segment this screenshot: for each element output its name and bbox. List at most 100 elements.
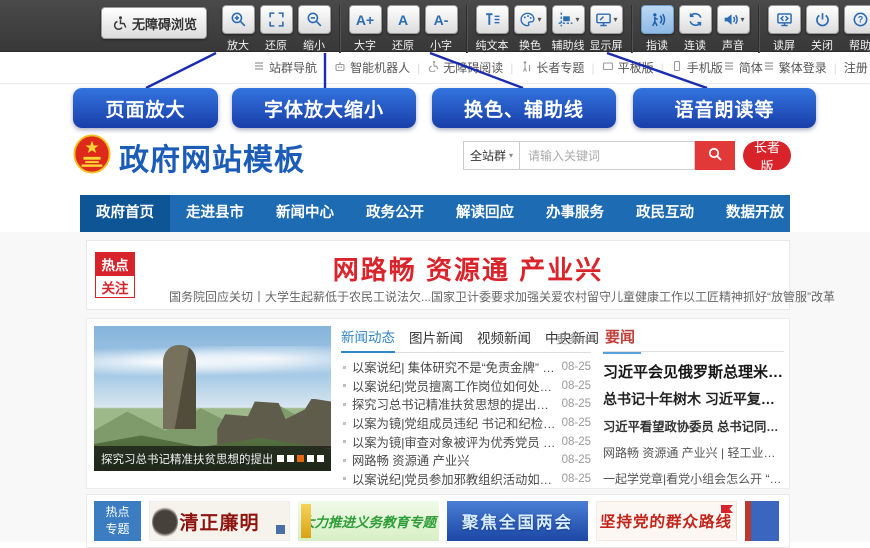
tab-video-news[interactable]: 视频新闻	[477, 327, 531, 352]
font-reset-button[interactable]: A	[387, 5, 420, 34]
news-list-item[interactable]: 探究习总书记精准扶贫思想的提出与理论基础08-25	[341, 395, 591, 414]
headline-sub-links: 国务院回应关切丨大学生起薪低于农民工说法欠... 国家卫计委要求加强关爱农村留守…	[169, 288, 713, 305]
search-input[interactable]	[519, 141, 695, 170]
tab-news-updates[interactable]: 新闻动态	[341, 326, 395, 353]
callout-color-guides: 换色、辅助线	[432, 88, 616, 128]
topic-banner-integrity[interactable]: 清正廉明	[149, 501, 290, 541]
headline-sub-link[interactable]: 国家卫计委要求加强关爱农村留守儿童健康工作	[431, 288, 683, 305]
banner-text: 清正廉明	[179, 508, 259, 535]
subnav-traditional[interactable]: 繁体	[763, 59, 803, 76]
font-smaller-button[interactable]: A-	[425, 5, 458, 34]
toolbar-button-label: 辅助线	[552, 37, 585, 53]
headline-link[interactable]: 网路畅 资源通 产业兴	[147, 250, 789, 287]
nav-item-open-data[interactable]: 数据开放	[710, 195, 800, 232]
color-scheme-button[interactable]: ▾	[514, 5, 547, 34]
continuous-read-button[interactable]	[679, 5, 712, 34]
monitor-icon	[595, 11, 612, 28]
nav-item-home[interactable]: 政府首页	[80, 195, 170, 232]
search-scope-select[interactable]: 全站群 ▾	[463, 141, 519, 170]
carousel-caption-bar: 探究习总书记精准扶贫思想的提出与理论基础	[94, 446, 331, 471]
news-tabs: 新闻动态 图片新闻 视频新闻 中央新闻 更多>>	[341, 326, 591, 353]
list-icon	[763, 60, 775, 75]
highlights-title[interactable]: 要闻	[603, 326, 641, 354]
list-icon	[253, 60, 265, 75]
subnav-site-group[interactable]: 站群导航	[253, 59, 317, 76]
subnav-simplified[interactable]: 简体	[723, 59, 763, 76]
nav-item-interaction[interactable]: 政民互动	[620, 195, 710, 232]
screen-reader-button[interactable]	[768, 5, 801, 34]
zoom-in-button[interactable]	[222, 5, 255, 34]
font-plus-icon: A+	[356, 13, 374, 27]
news-list-item[interactable]: 以案说纪| 集体研究不是“免责金牌” 违规发放津补贴被...08-25	[341, 358, 591, 377]
news-title: 以案说纪|党员擅离工作岗位如何处分?	[352, 377, 556, 395]
point-read-button[interactable]	[641, 5, 674, 34]
topic-banner-partial[interactable]	[745, 501, 779, 541]
topic-banner-education[interactable]: 大力推进义务教育专题	[298, 501, 439, 541]
close-toolbar-button[interactable]	[806, 5, 839, 34]
nav-item-gov-affairs[interactable]: 政务公开	[350, 195, 440, 232]
elder-version-button[interactable]: 长者版	[743, 141, 791, 170]
carousel-caption: 探究习总书记精准扶贫思想的提出与理论基础	[101, 451, 272, 467]
text-only-button[interactable]	[476, 5, 509, 34]
news-list-item[interactable]: 以案说纪|党员参加邪教组织活动如何处分?08-25	[341, 470, 591, 489]
nav-item-news-center[interactable]: 新闻中心	[260, 195, 350, 232]
register-link[interactable]: 注册	[844, 59, 868, 76]
hot-focus-badge: 热点 关注	[95, 252, 135, 298]
font-larger-button[interactable]: A+	[349, 5, 382, 34]
highlight-item[interactable]: 一起学党章|看党小组会怎么开 “共产主义渺茫论	[603, 470, 784, 487]
highlight-item[interactable]: 习近平看望政协委员 总书记同劳动人民在一起	[603, 417, 784, 435]
tab-photo-news[interactable]: 图片新闻	[409, 327, 463, 352]
bullet-icon	[343, 440, 346, 443]
search-button[interactable]	[695, 141, 735, 170]
login-link[interactable]: 登录	[803, 59, 827, 76]
subnav-accessible-reading[interactable]: 无障碍阅读	[427, 59, 503, 76]
news-list-item[interactable]: 以案为镜|党组成员违纪 书记和纪检组长被问责08-25	[341, 414, 591, 433]
carousel-dot[interactable]	[287, 455, 294, 462]
badge-focus: 关注	[95, 275, 135, 298]
carousel-dot[interactable]	[307, 455, 314, 462]
subnav-robot[interactable]: 智能机器人	[334, 59, 410, 76]
subnav-elder-special[interactable]: 长者专题	[520, 59, 584, 76]
carousel-dot[interactable]	[317, 455, 324, 462]
news-date: 08-25	[562, 454, 591, 466]
more-link[interactable]: 更多>>	[556, 331, 591, 347]
news-list-item[interactable]: 以案为镜|审查对象被评为优秀党员 镇党委6人被问责08-25	[341, 432, 591, 451]
accessibility-main-button[interactable]: 无障碍浏览	[101, 7, 207, 39]
nav-item-county[interactable]: 走进县市	[170, 195, 260, 232]
callout-voice-reading: 语音朗读等	[633, 88, 816, 128]
text-only-icon	[484, 11, 501, 28]
zoom-reset-button[interactable]	[260, 5, 293, 34]
highlight-item[interactable]: 总书记十年树木 习近平复信希腊学者	[603, 389, 784, 409]
sound-button[interactable]: ▾	[717, 5, 750, 34]
news-carousel[interactable]: 探究习总书记精准扶贫思想的提出与理论基础	[94, 326, 331, 471]
nav-item-special-columns[interactable]: 专题专栏	[800, 195, 870, 232]
nav-item-interpretation[interactable]: 解读回应	[440, 195, 530, 232]
carousel-dot-active[interactable]	[297, 455, 304, 462]
search-icon	[707, 146, 723, 165]
accessibility-toolbar: 无障碍浏览 放大 还原 缩小 A+ 大字 A 还原	[0, 0, 870, 52]
toolbar-button-label: 纯文本	[476, 37, 509, 53]
highlight-item[interactable]: 习近平会见俄罗斯总理米舒斯京	[603, 361, 784, 382]
subnav-mobile-version[interactable]: 手机版	[671, 59, 723, 76]
carousel-dot[interactable]	[277, 455, 284, 462]
topic-banner-two-sessions[interactable]: 聚焦全国两会	[447, 501, 588, 541]
site-logo[interactable]: 政府网站模板	[73, 134, 305, 179]
wheelchair-icon	[111, 15, 127, 31]
subnav-tablet-version[interactable]: 平板版	[602, 59, 654, 76]
divider: |	[591, 61, 594, 75]
headline-sub-link[interactable]: 国务院回应关切丨大学生起薪低于农民工说法欠...	[169, 288, 431, 305]
headline-sub-link[interactable]: 以工匠精神抓好“放管服”改革	[683, 288, 835, 305]
screen-reader-icon	[776, 11, 793, 28]
highlight-item[interactable]: 网路畅 资源通 产业兴 | 轻工业调整和振兴规划	[603, 444, 784, 461]
zoom-out-button[interactable]	[298, 5, 331, 34]
guide-lines-button[interactable]: ▾	[552, 5, 585, 34]
help-button[interactable]: ?	[844, 5, 870, 34]
callout-font-size: 字体放大缩小	[232, 88, 416, 128]
news-list-item[interactable]: 以案说纪|党员擅离工作岗位如何处分?08-25	[341, 377, 591, 396]
accessibility-main-label: 无障碍浏览	[132, 14, 197, 33]
nav-item-services[interactable]: 办事服务	[530, 195, 620, 232]
topic-banner-mass-line[interactable]: 坚持党的群众路线	[596, 501, 737, 541]
screen-mode-button[interactable]: ▾	[590, 5, 623, 34]
news-list-item[interactable]: 网路畅 资源通 产业兴08-25	[341, 451, 591, 470]
toolbar-button-label: 还原	[392, 37, 414, 53]
